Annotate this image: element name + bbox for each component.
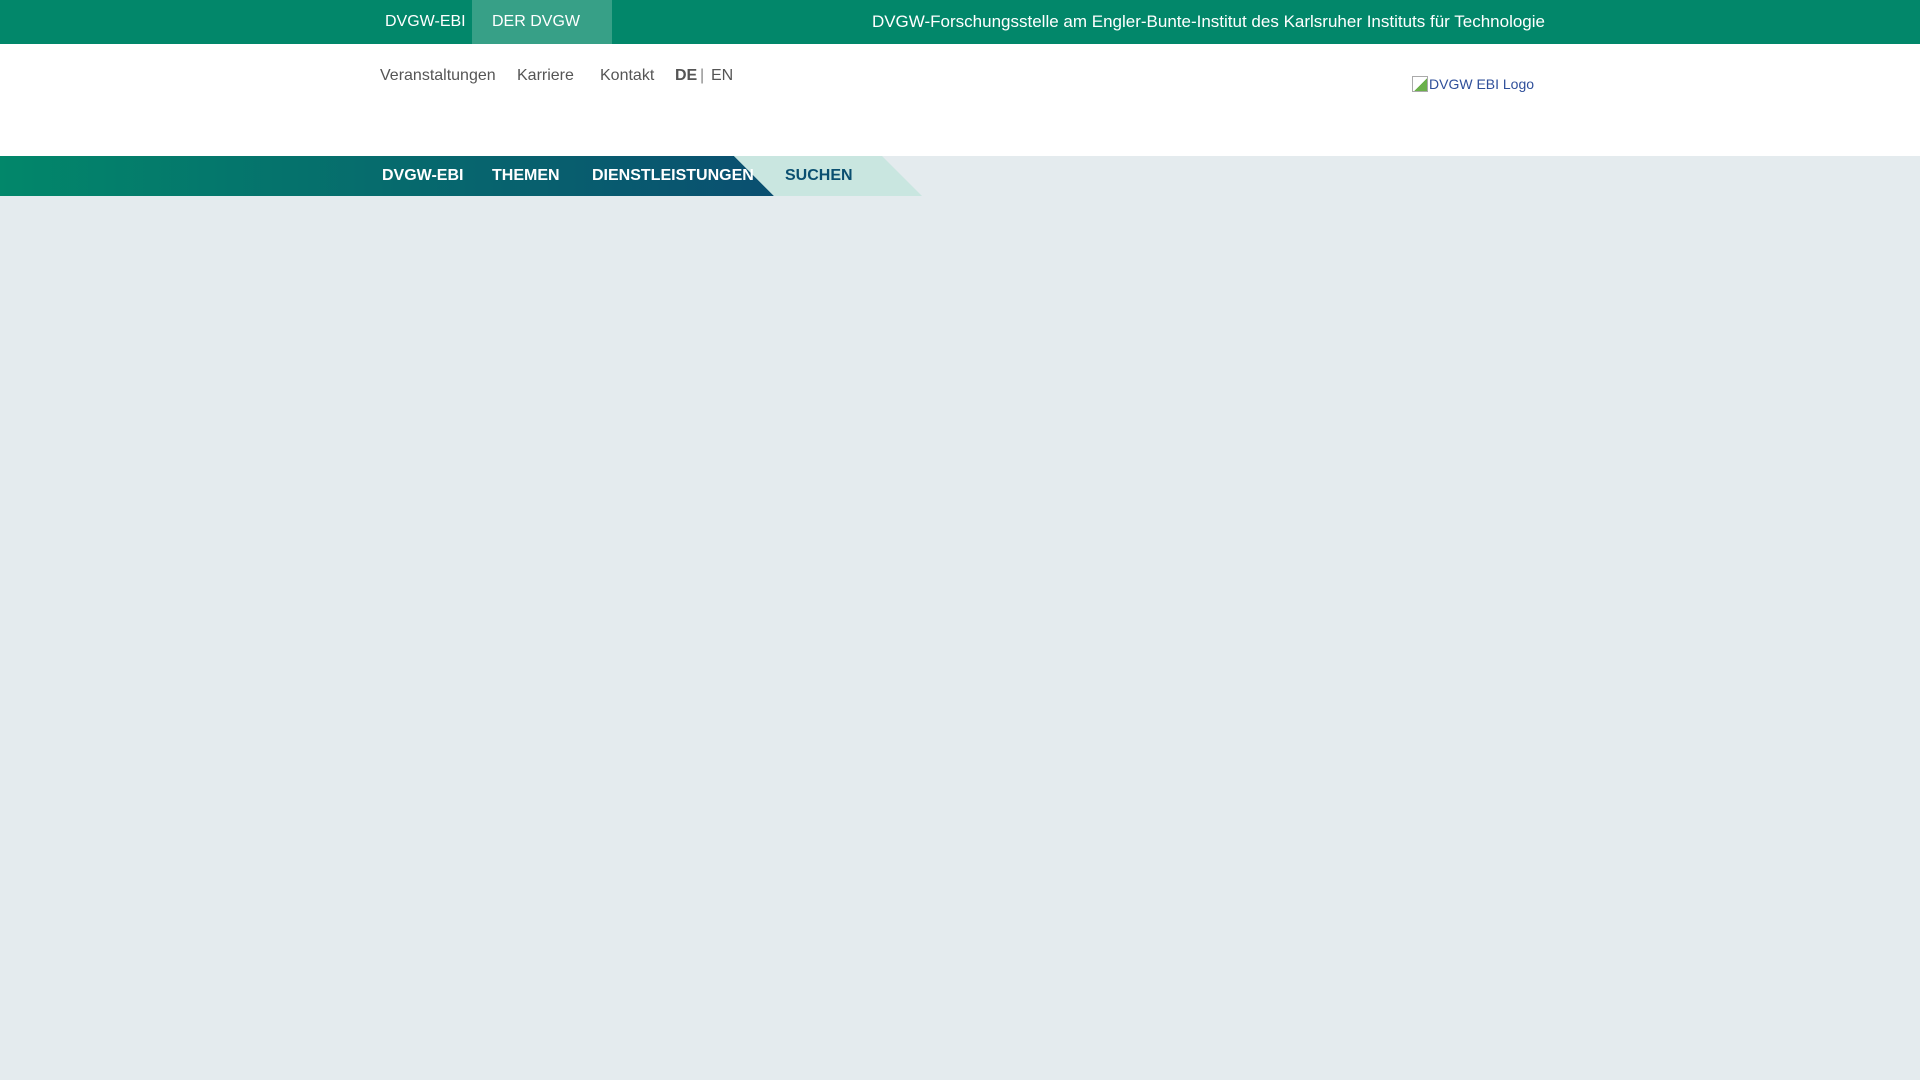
nav-item-dienstleistungen[interactable]: DIENSTLEISTUNGEN: [592, 156, 754, 196]
top-bar: DVGW-EBI DER DVGW DVGW-Forschungsstelle …: [0, 0, 1920, 44]
lang-de[interactable]: DE: [675, 66, 697, 86]
main-nav: DVGW-EBI THEMEN DIENSTLEISTUNGEN SUCHEN: [0, 156, 1920, 196]
logo-alt-text: DVGW EBI Logo: [1429, 76, 1535, 92]
link-veranstaltungen[interactable]: Veranstaltungen: [380, 66, 496, 86]
broken-image-icon: [1412, 76, 1428, 92]
link-karriere[interactable]: Karriere: [517, 66, 574, 86]
nav-item-themen[interactable]: THEMEN: [492, 156, 560, 196]
header: Veranstaltungen Karriere Kontakt DE | EN…: [0, 44, 1920, 156]
link-kontakt[interactable]: Kontakt: [600, 66, 654, 86]
lang-separator: |: [700, 67, 705, 84]
topbar-tab-dvgw-ebi[interactable]: DVGW-EBI: [365, 0, 486, 44]
nav-search[interactable]: SUCHEN: [785, 156, 853, 196]
lang-en[interactable]: EN: [711, 66, 733, 86]
topbar-tab-der-dvgw[interactable]: DER DVGW: [472, 0, 612, 44]
site-title: DVGW-Forschungsstelle am Engler-Bunte-In…: [871, 12, 1545, 31]
nav-background: [0, 156, 922, 196]
logo[interactable]: DVGW EBI Logo: [1412, 76, 1534, 92]
nav-item-dvgw-ebi[interactable]: DVGW-EBI: [382, 156, 463, 196]
